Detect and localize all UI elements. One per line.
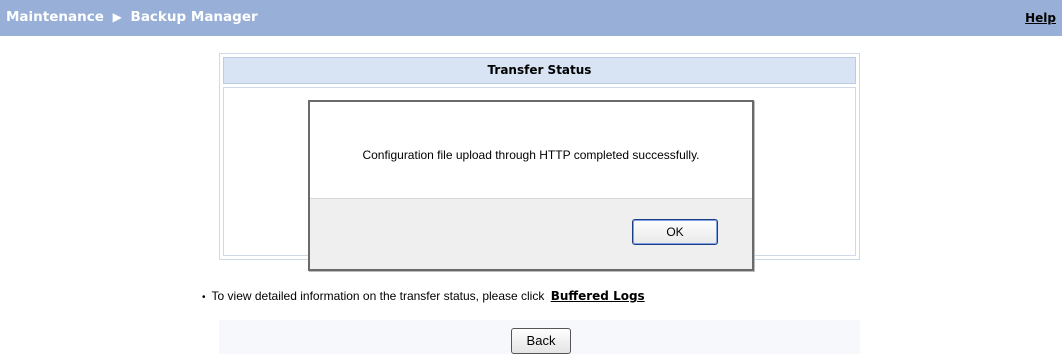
bullet-icon: • (202, 292, 206, 303)
header-bar: Maintenance ▶ Backup Manager Help (0, 0, 1062, 36)
buffered-logs-link[interactable]: Buffered Logs (551, 289, 645, 303)
breadcrumb: Maintenance ▶ Backup Manager (6, 9, 258, 25)
transfer-status-title: Transfer Status (223, 57, 856, 84)
dialog-footer: OK (310, 198, 752, 269)
info-line: • To view detailed information on the tra… (202, 289, 645, 303)
alert-dialog: Configuration file upload through HTTP c… (308, 100, 754, 271)
ok-button[interactable]: OK (632, 219, 718, 245)
dialog-message: Configuration file upload through HTTP c… (362, 148, 700, 162)
breadcrumb-page: Backup Manager (130, 9, 258, 25)
help-link[interactable]: Help (1025, 11, 1056, 25)
breadcrumb-arrow-icon: ▶ (112, 10, 122, 24)
breadcrumb-section: Maintenance (6, 9, 104, 25)
info-text: To view detailed information on the tran… (211, 289, 545, 303)
back-button[interactable]: Back (511, 328, 571, 354)
